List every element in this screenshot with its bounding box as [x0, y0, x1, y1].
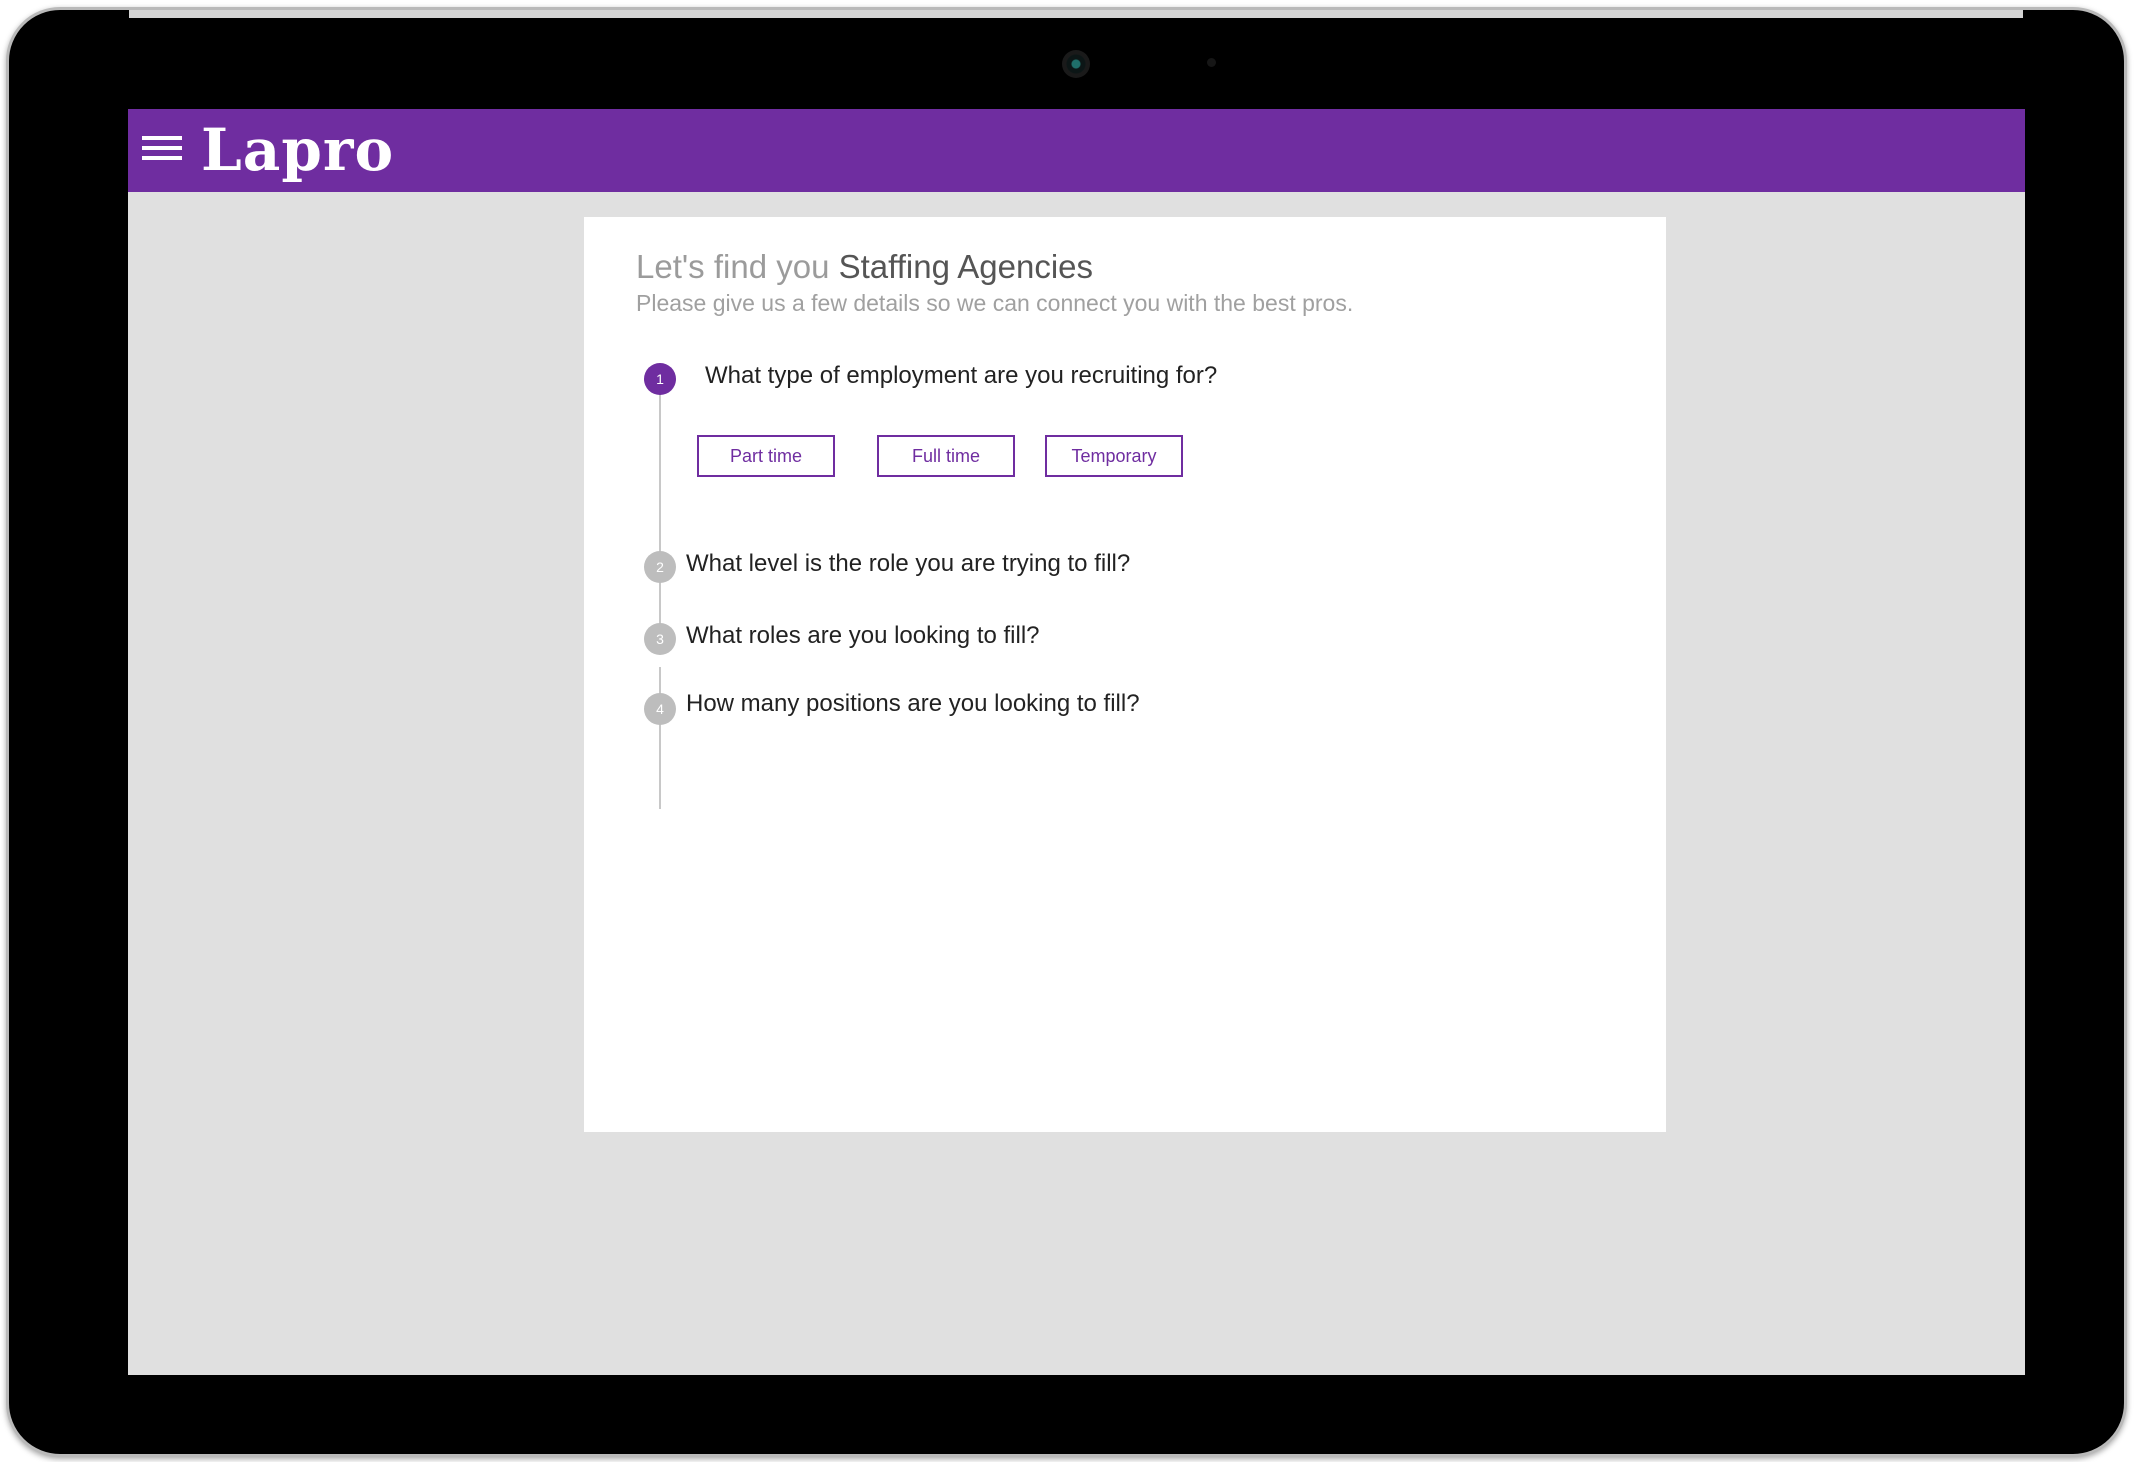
- page-title-category: Staffing Agencies: [838, 248, 1094, 285]
- step-connector-1: [659, 371, 661, 647]
- page-subtitle: Please give us a few details so we can c…: [636, 290, 1354, 316]
- hamburger-menu-icon[interactable]: [142, 136, 182, 162]
- app-bar: Lapro: [128, 109, 2025, 192]
- step-4-indicator: 4: [644, 693, 676, 725]
- option-full-time-button[interactable]: Full time: [877, 435, 1015, 477]
- option-part-time-button[interactable]: Part time: [697, 435, 835, 477]
- step-3-question[interactable]: What roles are you looking to fill?: [686, 620, 1040, 652]
- step-1-indicator: 1: [644, 363, 676, 395]
- step-2-indicator: 2: [644, 551, 676, 583]
- page-title: Let's find you Staffing Agencies: [636, 245, 1093, 289]
- page-title-prefix: Let's find you: [636, 248, 830, 285]
- step-4-question[interactable]: How many positions are you looking to fi…: [686, 688, 1140, 720]
- step-3-indicator: 3: [644, 623, 676, 655]
- brand-logo[interactable]: Lapro: [201, 117, 394, 183]
- light-sensor-icon: [1207, 58, 1216, 67]
- front-camera-icon: [1062, 50, 1090, 78]
- option-temporary-button[interactable]: Temporary: [1045, 435, 1183, 477]
- tablet-frame: Lapro Let's find you Staffing Agencies P…: [6, 7, 2127, 1457]
- questionnaire-card: Let's find you Staffing Agencies Please …: [584, 217, 1666, 1132]
- app-screen: Lapro Let's find you Staffing Agencies P…: [128, 109, 2025, 1375]
- step-connector-3: [659, 739, 661, 809]
- step-2-question[interactable]: What level is the role you are trying to…: [686, 548, 1130, 580]
- tablet-top-edge: [129, 10, 2023, 18]
- step-1-question[interactable]: What type of employment are you recruiti…: [705, 360, 1217, 392]
